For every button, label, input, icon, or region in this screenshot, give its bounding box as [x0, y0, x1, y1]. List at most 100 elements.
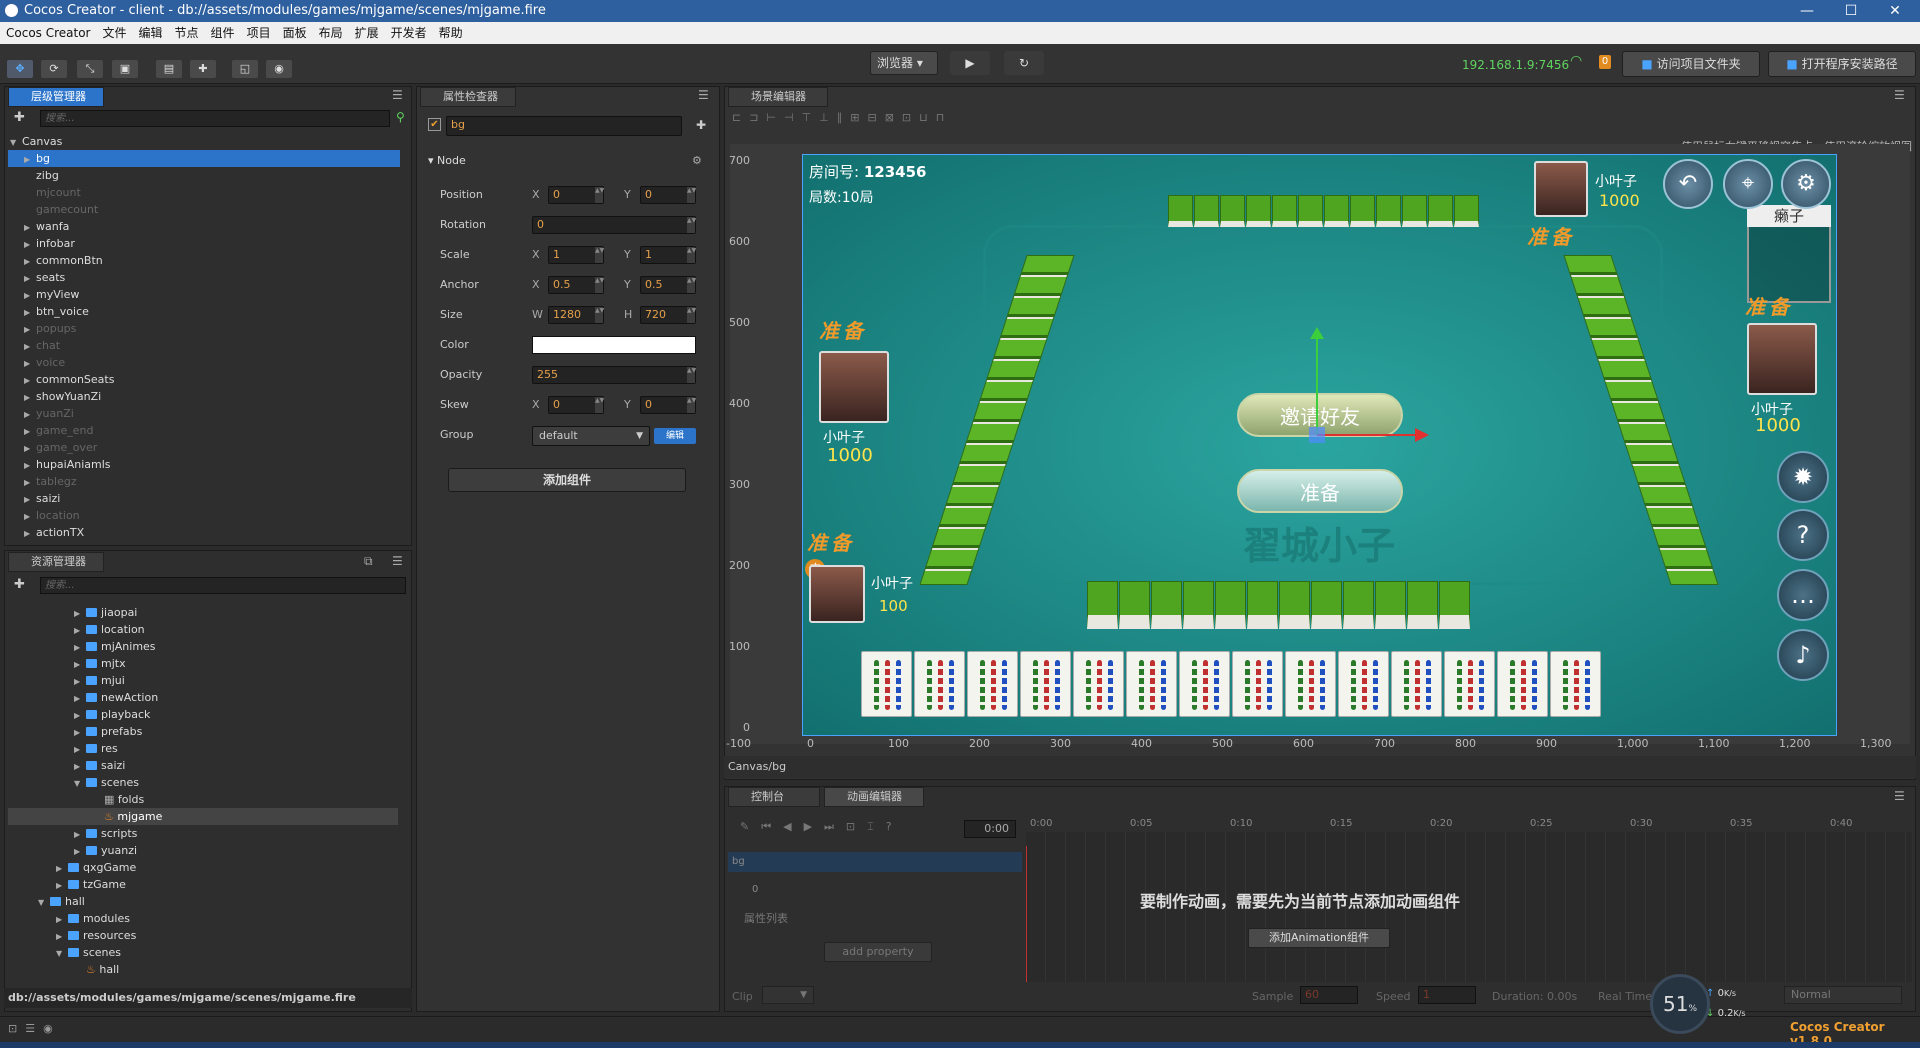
tab-assets[interactable]: 资源管理器: [8, 552, 104, 572]
status-icons[interactable]: ⊡☰◉: [8, 1022, 61, 1035]
asset-item[interactable]: ♨ hall: [8, 961, 398, 978]
hand-tile[interactable]: [1497, 651, 1548, 717]
hand-tile[interactable]: [1338, 651, 1389, 717]
add-component-button[interactable]: 添加组件: [448, 468, 686, 492]
expand-arrow-icon[interactable]: ▶: [24, 372, 36, 389]
expand-arrow-icon[interactable]: ▶: [56, 911, 68, 928]
world-coord-icon[interactable]: ◉: [266, 60, 292, 78]
assets-collapse-icon[interactable]: ⧉: [364, 554, 373, 569]
hierarchy-node[interactable]: ▶ game_over: [8, 439, 400, 456]
hierarchy-node[interactable]: ▶ hupaiAniamls: [8, 456, 400, 473]
hierarchy-node[interactable]: ▶ saizi: [8, 490, 400, 507]
expand-arrow-icon[interactable]: ▶: [24, 270, 36, 287]
expand-arrow-icon[interactable]: ▶: [74, 690, 86, 707]
tab-console[interactable]: 控制台: [728, 787, 820, 807]
scale-y-input[interactable]: 1 ▲▼: [640, 246, 696, 264]
clip-select[interactable]: ▼: [762, 986, 814, 1004]
assets-search-input[interactable]: 搜索...: [40, 577, 406, 594]
add-node-icon[interactable]: ✚: [14, 110, 25, 125]
menu-edit[interactable]: 编辑: [133, 22, 169, 44]
hand-tile[interactable]: [914, 651, 965, 717]
lightbulb-icon[interactable]: ✹: [1777, 451, 1829, 503]
move-tool-icon[interactable]: ✥: [7, 60, 33, 78]
spinner-icon[interactable]: ▲▼: [687, 307, 696, 323]
node-settings-icon[interactable]: ⚙: [692, 154, 702, 167]
group-select[interactable]: default ▼: [532, 426, 650, 446]
asset-item[interactable]: ▼ hall: [8, 893, 398, 910]
expand-arrow-icon[interactable]: ▶: [24, 508, 36, 525]
expand-arrow-icon[interactable]: ▶: [24, 440, 36, 457]
hierarchy-node[interactable]: ▶ tablegz: [8, 473, 400, 490]
expand-arrow-icon[interactable]: ▶: [74, 724, 86, 741]
hierarchy-node[interactable]: gamecount: [8, 201, 400, 218]
hierarchy-menu-icon[interactable]: ☰: [392, 88, 403, 102]
anchor-x-input[interactable]: 0.5 ▲▼: [548, 276, 604, 294]
back-icon[interactable]: ↶: [1663, 159, 1713, 209]
expand-arrow-icon[interactable]: ▶: [74, 656, 86, 673]
hand-tile[interactable]: [1285, 651, 1336, 717]
scale-tool-icon[interactable]: ⤡: [77, 60, 103, 78]
scale-x-input[interactable]: 1 ▲▼: [548, 246, 604, 264]
add-asset-icon[interactable]: ✚: [14, 577, 25, 592]
avatar-right[interactable]: [1747, 323, 1817, 395]
expand-arrow-icon[interactable]: ▼: [56, 945, 68, 962]
menu-extension[interactable]: 扩展: [349, 22, 385, 44]
asset-item[interactable]: ▶ prefabs: [8, 723, 398, 740]
location-pin-icon[interactable]: ⌖: [1723, 159, 1773, 209]
menu-panel[interactable]: 面板: [277, 22, 313, 44]
expand-arrow-icon[interactable]: ▶: [24, 304, 36, 321]
menu-file[interactable]: 文件: [97, 22, 133, 44]
preview-ip[interactable]: 192.168.1.9:7456: [1462, 58, 1569, 72]
tab-hierarchy[interactable]: 层级管理器: [8, 87, 104, 107]
menu-layout[interactable]: 布局: [313, 22, 349, 44]
expand-arrow-icon[interactable]: ▶: [56, 860, 68, 877]
asset-item[interactable]: ▶ tzGame: [8, 876, 398, 893]
hand-tile[interactable]: [1020, 651, 1071, 717]
menu-developer[interactable]: 开发者: [385, 22, 433, 44]
skew-y-input[interactable]: 0 ▲▼: [640, 396, 696, 414]
node-section-header[interactable]: ▾ Node: [428, 154, 466, 167]
hierarchy-node[interactable]: ▶ myView: [8, 286, 400, 303]
hierarchy-node[interactable]: ▶ location: [8, 507, 400, 524]
expand-arrow-icon[interactable]: ▼: [38, 894, 50, 911]
menu-help[interactable]: 帮助: [433, 22, 469, 44]
tab-scene-editor[interactable]: 场景编辑器: [728, 87, 828, 107]
expand-arrow-icon[interactable]: ▶: [24, 338, 36, 355]
help-icon[interactable]: ?: [1777, 509, 1829, 561]
gizmo-y-axis[interactable]: [1316, 335, 1318, 435]
anim-time-input[interactable]: 0:00: [964, 820, 1016, 838]
local-coord-icon[interactable]: ◱: [232, 60, 258, 78]
settings-gear-icon[interactable]: ⚙: [1781, 159, 1831, 209]
expand-arrow-icon[interactable]: ▶: [24, 321, 36, 338]
asset-item[interactable]: ▶ mjui: [8, 672, 398, 689]
node-active-checkbox[interactable]: ✔: [428, 118, 441, 131]
asset-item[interactable]: ▶ location: [8, 621, 398, 638]
avatar-top[interactable]: [1534, 161, 1588, 217]
expand-arrow-icon[interactable]: ▶: [74, 673, 86, 690]
asset-item[interactable]: ▼ scenes: [8, 944, 398, 961]
hierarchy-node[interactable]: ▶ wanfa: [8, 218, 400, 235]
spinner-icon[interactable]: ▲▼: [687, 367, 696, 383]
play-preview-button[interactable]: ▶: [950, 51, 990, 75]
add-icon[interactable]: ✚: [696, 118, 706, 132]
expand-arrow-icon[interactable]: ▶: [24, 474, 36, 491]
open-project-folder-button[interactable]: ■ 访问项目文件夹: [1622, 51, 1760, 77]
inspector-menu-icon[interactable]: ☰: [698, 88, 709, 102]
preview-platform-select[interactable]: 浏览器 ▾: [870, 51, 938, 75]
color-swatch[interactable]: [532, 336, 696, 354]
chat-bubble-icon[interactable]: …: [1777, 569, 1829, 621]
expand-arrow-icon[interactable]: ▶: [24, 491, 36, 508]
hand-tile[interactable]: [1391, 651, 1442, 717]
minimize-button[interactable]: —: [1787, 0, 1827, 22]
hierarchy-node[interactable]: ▶ commonBtn: [8, 252, 400, 269]
expand-arrow-icon[interactable]: ▶: [74, 622, 86, 639]
scene-menu-icon[interactable]: ☰: [1894, 88, 1905, 102]
hierarchy-node[interactable]: zibg: [8, 167, 400, 184]
hierarchy-node[interactable]: ▶ actionTX: [8, 524, 400, 541]
hierarchy-node[interactable]: ▶ seats: [8, 269, 400, 286]
opacity-input[interactable]: 255 ▲▼: [532, 366, 696, 384]
wrap-mode-select[interactable]: Normal: [1784, 986, 1902, 1004]
open-install-path-button[interactable]: ■ 打开程序安装路径: [1768, 51, 1916, 77]
refresh-preview-button[interactable]: ↻: [1004, 51, 1044, 75]
anim-node-row[interactable]: bg: [728, 852, 1022, 872]
